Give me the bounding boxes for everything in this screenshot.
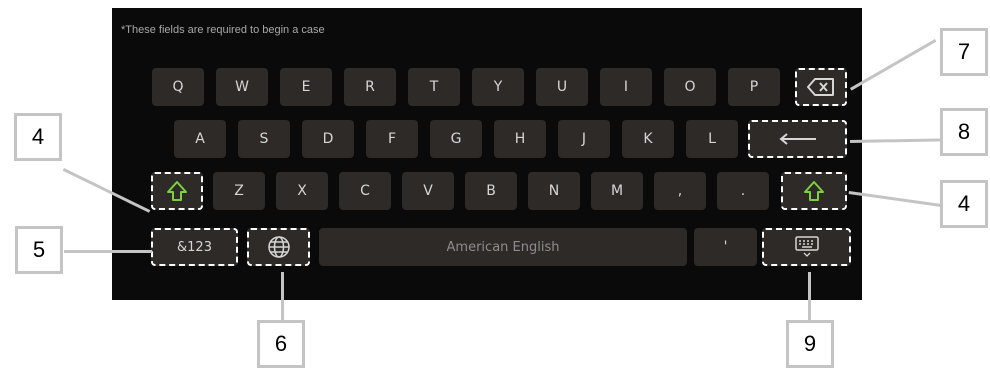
required-fields-note: *These fields are required to begin a ca… [121, 24, 325, 36]
callout-7: 7 [940, 28, 988, 76]
shift-left-key[interactable] [151, 172, 203, 210]
globe-icon [267, 236, 290, 258]
callout-line-backspace [850, 39, 937, 91]
key-i[interactable]: I [600, 68, 652, 106]
key-j[interactable]: J [558, 120, 610, 158]
callout-8: 8 [940, 108, 988, 156]
callout-4-right: 4 [940, 180, 988, 228]
callout-line-globe [281, 272, 284, 320]
key-n[interactable]: N [528, 172, 580, 210]
key-x[interactable]: X [276, 172, 328, 210]
key-e[interactable]: E [280, 68, 332, 106]
key-o[interactable]: O [664, 68, 716, 106]
callout-line-numbers [64, 250, 152, 253]
shift-icon [804, 181, 824, 201]
key-r[interactable]: R [344, 68, 396, 106]
key-h[interactable]: H [494, 120, 546, 158]
enter-icon [778, 133, 816, 145]
key-comma[interactable]: , [654, 172, 706, 210]
key-t[interactable]: T [408, 68, 460, 106]
key-k[interactable]: K [622, 120, 674, 158]
key-g[interactable]: G [430, 120, 482, 158]
callout-6: 6 [257, 320, 305, 368]
backspace-icon [807, 78, 834, 96]
key-v[interactable]: V [402, 172, 454, 210]
key-f[interactable]: F [366, 120, 418, 158]
hide-keyboard-key[interactable] [762, 228, 851, 266]
callout-4-left: 4 [14, 113, 62, 161]
enter-key[interactable] [748, 120, 847, 158]
key-l[interactable]: L [686, 120, 738, 158]
key-apostrophe[interactable]: ' [694, 228, 757, 266]
key-w[interactable]: W [216, 68, 268, 106]
space-bar[interactable]: American English [319, 228, 687, 266]
key-p[interactable]: P [728, 68, 780, 106]
language-key[interactable] [247, 228, 310, 266]
key-a[interactable]: A [174, 120, 226, 158]
key-d[interactable]: D [302, 120, 354, 158]
callout-line-hide [808, 272, 811, 320]
callout-9: 9 [786, 320, 834, 368]
key-s[interactable]: S [238, 120, 290, 158]
callout-line-shift-right [848, 191, 945, 208]
key-m[interactable]: M [591, 172, 643, 210]
callout-5: 5 [15, 226, 63, 274]
keyboard-hide-icon [794, 236, 819, 257]
key-y[interactable]: Y [472, 68, 524, 106]
key-q[interactable]: Q [152, 68, 204, 106]
key-c[interactable]: C [339, 172, 391, 210]
shift-icon [167, 181, 187, 201]
callout-line-enter [850, 138, 945, 143]
key-period[interactable]: . [717, 172, 769, 210]
key-z[interactable]: Z [213, 172, 265, 210]
numbers-symbols-key[interactable]: &123 [151, 228, 238, 266]
key-b[interactable]: B [465, 172, 517, 210]
key-u[interactable]: U [536, 68, 588, 106]
shift-right-key[interactable] [781, 172, 847, 210]
backspace-key[interactable] [795, 68, 847, 106]
